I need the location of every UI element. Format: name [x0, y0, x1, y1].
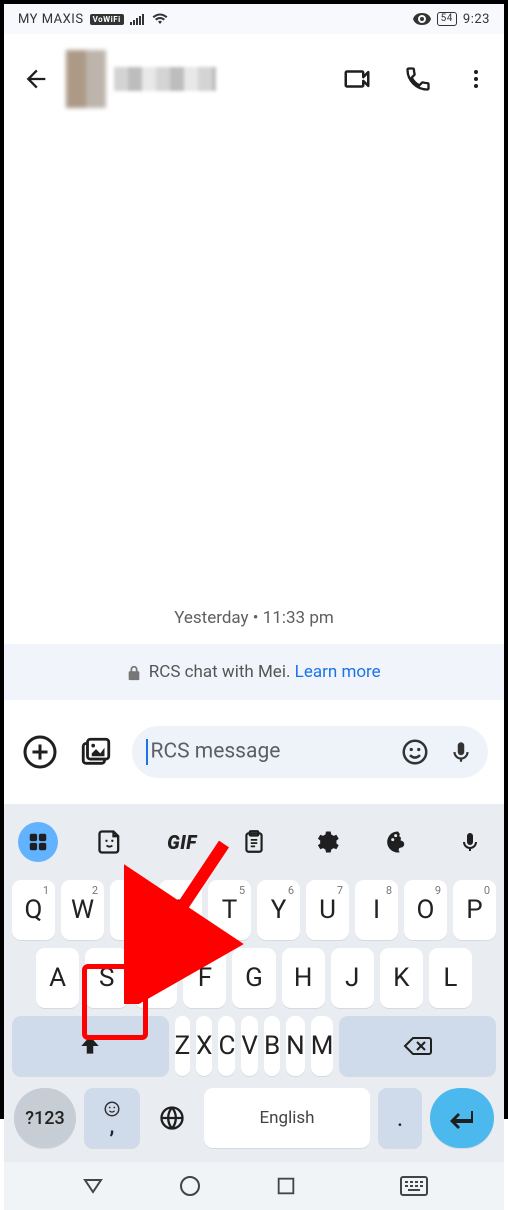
contact-header[interactable] — [66, 49, 216, 109]
rcs-encryption-notice: RCS chat with Mei. Learn more — [4, 644, 504, 700]
key-b[interactable]: B — [264, 1016, 280, 1076]
app-header — [4, 34, 504, 124]
status-bar: MY MAXIS VoWiFi 54 9:23 — [4, 4, 504, 34]
key-f[interactable]: F — [183, 948, 226, 1008]
language-key[interactable] — [148, 1088, 196, 1148]
conversation-area[interactable]: Yesterday • 11:33 pm — [4, 124, 504, 644]
key-x[interactable]: X — [196, 1016, 212, 1076]
key-q[interactable]: Q1 — [12, 880, 55, 940]
day-separator: Yesterday • 11:33 pm — [4, 608, 504, 628]
key-a[interactable]: A — [36, 948, 79, 1008]
gif-button[interactable]: GIF — [162, 822, 202, 862]
shift-key[interactable] — [12, 1016, 169, 1076]
enter-key[interactable] — [430, 1088, 494, 1148]
keyboard-mic-button[interactable] — [450, 822, 490, 862]
key-y[interactable]: Y6 — [257, 880, 300, 940]
nav-home-button[interactable] — [178, 1174, 202, 1198]
key-h[interactable]: H — [282, 948, 325, 1008]
backspace-key[interactable] — [339, 1016, 496, 1076]
symbols-key[interactable]: ?123 — [14, 1088, 76, 1148]
key-i[interactable]: I8 — [355, 880, 398, 940]
soft-keyboard: GIF Q1W2E3R4T5Y6U7I8O9P0 ASDFGHJKL ZXCVB… — [4, 804, 504, 1162]
key-n[interactable]: N — [286, 1016, 305, 1076]
back-button[interactable] — [20, 63, 52, 95]
key-j[interactable]: J — [331, 948, 374, 1008]
wifi-icon — [152, 13, 168, 25]
battery-icon: 54 — [437, 12, 457, 26]
avatar — [66, 50, 106, 108]
signal-icon — [130, 13, 146, 25]
keyboard-row-1: Q1W2E3R4T5Y6U7I8O9P0 — [4, 876, 504, 944]
lock-icon — [127, 665, 144, 681]
android-nav-bar — [4, 1162, 504, 1210]
key-s[interactable]: S — [85, 948, 128, 1008]
message-input[interactable]: RCS message — [132, 726, 488, 778]
nav-back-button[interactable] — [81, 1174, 105, 1198]
key-p[interactable]: P0 — [453, 880, 496, 940]
key-u[interactable]: U7 — [306, 880, 349, 940]
settings-button[interactable] — [306, 822, 346, 862]
key-r[interactable]: R4 — [159, 880, 202, 940]
video-call-button[interactable] — [342, 64, 372, 94]
key-d[interactable]: D — [134, 948, 177, 1008]
key-z[interactable]: Z — [175, 1016, 191, 1076]
nav-keyboard-switch-button[interactable] — [400, 1176, 428, 1196]
keyboard-row-3: ZXCVBNM — [4, 1012, 504, 1080]
voice-input-button[interactable] — [448, 737, 474, 767]
theme-button[interactable] — [378, 822, 418, 862]
learn-more-link[interactable]: Learn more — [295, 662, 381, 682]
period-key[interactable]: . — [378, 1088, 422, 1148]
sticker-button[interactable] — [90, 822, 130, 862]
emoji-picker-button[interactable] — [400, 737, 430, 767]
clipboard-button[interactable] — [234, 822, 274, 862]
message-placeholder: RCS message — [151, 740, 281, 764]
key-l[interactable]: L — [429, 948, 472, 1008]
key-t[interactable]: T5 — [208, 880, 251, 940]
key-e[interactable]: E3 — [110, 880, 153, 940]
key-m[interactable]: M — [311, 1016, 334, 1076]
message-composer: RCS message — [4, 700, 504, 804]
key-g[interactable]: G — [232, 948, 275, 1008]
keyboard-row-4: ?123 , English . — [4, 1080, 504, 1162]
key-k[interactable]: K — [380, 948, 423, 1008]
clock-label: 9:23 — [463, 12, 490, 27]
key-c[interactable]: C — [218, 1016, 235, 1076]
contact-name — [114, 67, 216, 91]
keyboard-toolbar: GIF — [4, 814, 504, 876]
add-attachment-button[interactable] — [20, 732, 60, 772]
voice-call-button[interactable] — [404, 65, 432, 93]
nav-recent-button[interactable] — [275, 1175, 297, 1197]
space-key[interactable]: English — [204, 1088, 370, 1148]
keyboard-row-2: ASDFGHJKL — [4, 944, 504, 1012]
vowifi-badge: VoWiFi — [90, 14, 124, 25]
key-o[interactable]: O9 — [404, 880, 447, 940]
key-v[interactable]: V — [241, 1016, 258, 1076]
more-options-button[interactable] — [464, 67, 488, 91]
gallery-button[interactable] — [76, 732, 116, 772]
emoji-comma-key[interactable]: , — [84, 1088, 140, 1148]
keyboard-apps-button[interactable] — [18, 822, 58, 862]
rcs-notice-text: RCS chat with Mei. — [149, 662, 295, 682]
carrier-label: MY MAXIS — [18, 12, 84, 27]
eye-icon — [413, 13, 431, 25]
key-w[interactable]: W2 — [61, 880, 104, 940]
